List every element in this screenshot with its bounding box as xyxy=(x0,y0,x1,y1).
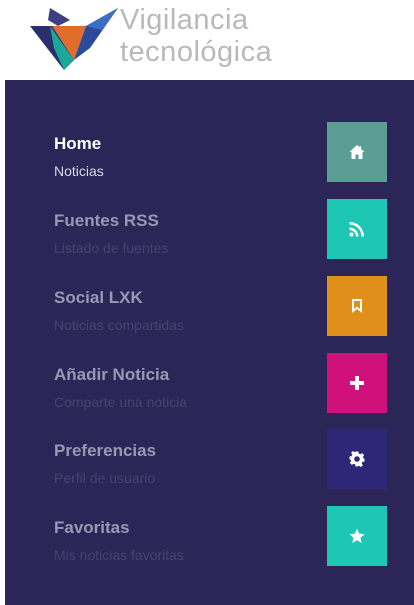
side-menu: Home Noticias Fuentes RSS Listado de fue… xyxy=(5,80,414,605)
menu-item-fuentes-rss[interactable]: Fuentes RSS Listado de fuentes xyxy=(5,199,414,269)
add-news-button[interactable] xyxy=(327,353,387,413)
menu-item-subtitle: Listado de fuentes xyxy=(54,240,169,256)
menu-item-social-lxk[interactable]: Social LXK Noticias compartidas xyxy=(5,276,414,346)
menu-item-subtitle: Comparte una noticia xyxy=(54,394,188,410)
settings-button[interactable] xyxy=(327,429,387,489)
menu-item-title: Favoritas xyxy=(54,518,130,537)
menu-item-subtitle: Perfil de usuario xyxy=(54,470,156,486)
rss-icon xyxy=(349,222,364,237)
menu-item-favoritas[interactable]: Favoritas Mis noticias favoritas xyxy=(5,506,414,576)
brand-name: Vigilancia tecnológica xyxy=(120,4,272,68)
menu-item-preferencias[interactable]: Preferencias Perfil de usuario xyxy=(5,429,414,499)
menu-item-subtitle: Noticias compartidas xyxy=(54,317,184,333)
menu-item-home[interactable]: Home Noticias xyxy=(5,122,414,192)
plus-icon xyxy=(350,376,364,390)
home-button[interactable] xyxy=(327,122,387,182)
menu-item-title: Preferencias xyxy=(54,441,157,460)
menu-item-anadir-noticia[interactable]: Añadir Noticia Comparte una noticia xyxy=(5,353,414,423)
menu-item-title: Social LXK xyxy=(54,288,143,307)
gear-icon xyxy=(349,451,365,467)
rss-button[interactable] xyxy=(327,199,387,259)
menu-item-subtitle: Noticias xyxy=(54,163,104,179)
bookmark-button[interactable] xyxy=(327,276,387,336)
star-icon xyxy=(349,528,365,543)
menu-item-title: Home xyxy=(54,134,102,153)
logo-icon xyxy=(30,8,118,70)
favorites-button[interactable] xyxy=(327,506,387,566)
header: Vigilancia tecnológica xyxy=(0,0,414,80)
brand-line-1: Vigilancia xyxy=(120,4,249,36)
brand-line-2: tecnológica xyxy=(120,36,273,68)
menu-item-subtitle: Mis noticias favoritas xyxy=(54,547,184,563)
menu-item-title: Añadir Noticia xyxy=(54,365,170,384)
home-icon xyxy=(349,145,365,159)
menu-item-title: Fuentes RSS xyxy=(54,211,159,230)
bookmark-icon xyxy=(352,299,362,313)
